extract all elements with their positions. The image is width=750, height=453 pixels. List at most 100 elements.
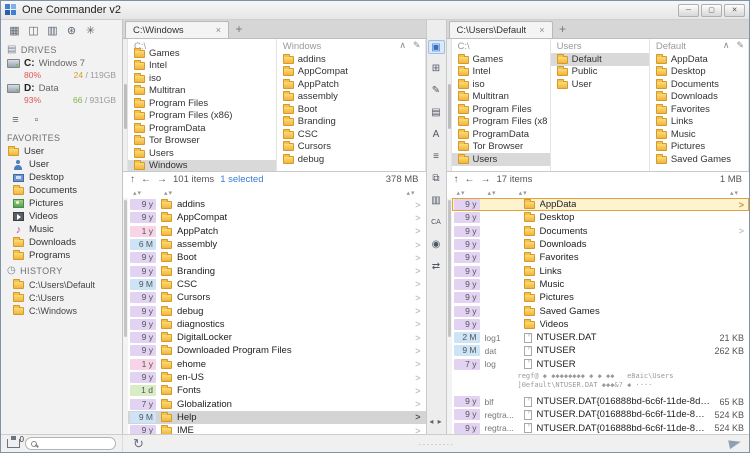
- sort-age-button[interactable]: ▴▾: [457, 189, 466, 197]
- sort-ext-button[interactable]: ▴▾: [488, 189, 497, 197]
- columns-scrollbar[interactable]: [123, 39, 128, 171]
- sort-age-button[interactable]: ▴▾: [133, 189, 142, 197]
- column-item[interactable]: Multitran: [128, 85, 276, 98]
- theme-icon[interactable]: ✳: [83, 24, 98, 39]
- column-item[interactable]: iso: [452, 78, 550, 91]
- forward-button[interactable]: →: [157, 174, 167, 185]
- send-plane-icon[interactable]: [728, 437, 742, 450]
- column-item[interactable]: Program Files: [128, 97, 276, 110]
- column-item[interactable]: Favorites: [650, 103, 748, 116]
- history-item[interactable]: C:\Users\Default: [1, 278, 122, 291]
- file-row[interactable]: 7 y Globalization >: [128, 397, 426, 410]
- column-item[interactable]: Intel: [452, 66, 550, 79]
- column-item[interactable]: Program Files (x86): [452, 116, 550, 129]
- collapse-columns-icon[interactable]: ∧: [723, 40, 730, 51]
- case-rename-icon[interactable]: CA: [428, 216, 445, 230]
- up-button[interactable]: ↑: [130, 174, 135, 185]
- favorite-item[interactable]: User: [1, 158, 122, 171]
- favorite-item[interactable]: Programs: [1, 249, 122, 262]
- file-row[interactable]: 9 y Cursors >: [128, 291, 426, 304]
- settings-gear-icon[interactable]: ⊛: [64, 24, 79, 39]
- collapse-columns-icon[interactable]: ∧: [399, 40, 406, 51]
- back-button[interactable]: ←: [141, 174, 151, 185]
- column-item[interactable]: Tor Browser: [452, 141, 550, 154]
- column-item[interactable]: AppData: [650, 53, 748, 66]
- column-item[interactable]: Pictures: [650, 141, 748, 154]
- column-item[interactable]: ProgramData: [128, 122, 276, 135]
- column-item[interactable]: Saved Games: [650, 153, 748, 166]
- favorite-item[interactable]: Downloads: [1, 236, 122, 249]
- tab-close-icon[interactable]: ×: [216, 25, 221, 35]
- file-row[interactable]: 9 y regtra... NTUSER.DAT{016888bd-6c6f-11d…: [452, 421, 750, 434]
- column-item[interactable]: Users: [451, 153, 550, 166]
- forward-button[interactable]: →: [481, 174, 491, 185]
- file-row[interactable]: 7 y log NTUSER: [452, 358, 750, 371]
- history-item[interactable]: C:\Users: [1, 291, 122, 304]
- file-row[interactable]: 9 y AppCompat >: [128, 211, 426, 224]
- file-row[interactable]: 9 y Videos: [452, 318, 750, 331]
- file-row[interactable]: 9 M dat NTUSER 262 KB: [452, 344, 750, 357]
- file-row[interactable]: 9 y DigitalLocker >: [128, 331, 426, 344]
- title-bar[interactable]: One Commander v2 ─ ▢ ✕: [1, 1, 749, 20]
- file-row[interactable]: 9 y Music: [452, 278, 750, 291]
- edit-path-icon[interactable]: ✎: [413, 40, 421, 51]
- column-item[interactable]: ProgramData: [452, 128, 550, 141]
- column-item[interactable]: User: [551, 78, 649, 91]
- file-row[interactable]: 9 y blf NTUSER.DAT{016888bd-6c6f-11de-8d1d…: [452, 395, 750, 408]
- columns-layout-icon[interactable]: ▥: [45, 24, 60, 39]
- column-item[interactable]: Users: [128, 147, 276, 160]
- file-row[interactable]: 9 y Downloads: [452, 238, 750, 251]
- preview-image-icon[interactable]: ▣: [427, 40, 445, 54]
- file-row[interactable]: 1 y ehome >: [128, 358, 426, 371]
- edit-path-icon[interactable]: ✎: [736, 40, 744, 51]
- column-item[interactable]: Program Files: [452, 103, 550, 116]
- close-button[interactable]: ✕: [724, 3, 745, 17]
- back-button[interactable]: ←: [465, 174, 475, 185]
- file-row[interactable]: 9 y Documents >: [452, 225, 750, 238]
- rename-icon[interactable]: ✎: [428, 84, 445, 98]
- add-favorite-icon[interactable]: ▫: [29, 113, 44, 128]
- file-row[interactable]: 2 M log1 NTUSER.DAT 21 KB: [452, 331, 750, 344]
- transfers-icon[interactable]: 0: [7, 435, 24, 448]
- file-row[interactable]: 9 y Desktop: [452, 211, 750, 224]
- favorite-item[interactable]: Documents: [1, 184, 122, 197]
- column-item[interactable]: Documents: [650, 78, 748, 91]
- favorites-root-user[interactable]: User: [1, 145, 122, 158]
- new-tab-button[interactable]: +: [555, 22, 571, 38]
- column-item[interactable]: Intel: [128, 60, 276, 73]
- sort-name-button[interactable]: ▴▾: [164, 189, 173, 197]
- drive-item-c[interactable]: C: Windows 7 80% 24 / 119GB: [1, 57, 122, 82]
- file-row[interactable]: 9 y addins >: [128, 198, 426, 211]
- attributes-icon[interactable]: A: [428, 128, 445, 142]
- split-panes-icon[interactable]: ◂ ▸: [427, 417, 446, 426]
- file-row[interactable]: 9 y Saved Games: [452, 304, 750, 317]
- column-item[interactable]: assembly: [277, 91, 425, 104]
- file-row[interactable]: 9 y debug >: [128, 304, 426, 317]
- minimize-button[interactable]: ─: [678, 3, 699, 17]
- column-item[interactable]: CSC: [277, 128, 425, 141]
- clipboard-icon[interactable]: ▥: [428, 194, 445, 208]
- preview-eye-icon[interactable]: ◉: [428, 238, 445, 252]
- dual-pane-layout-icon[interactable]: ◫: [26, 24, 41, 39]
- column-item[interactable]: AppCompat: [277, 66, 425, 79]
- column-item[interactable]: Boot: [277, 103, 425, 116]
- search-input[interactable]: [40, 438, 110, 449]
- favorite-item[interactable]: Videos: [1, 210, 122, 223]
- new-folder-icon[interactable]: ⊞: [428, 62, 445, 76]
- sort-size-button[interactable]: ▴▾: [406, 189, 415, 197]
- column-item[interactable]: Links: [650, 116, 748, 129]
- column-item[interactable]: Cursors: [277, 141, 425, 154]
- file-row[interactable]: 9 y diagnostics >: [128, 318, 426, 331]
- columns-scrollbar[interactable]: [446, 39, 452, 171]
- maximize-button[interactable]: ▢: [701, 3, 722, 17]
- column-item[interactable]: Multitran: [452, 91, 550, 104]
- sort-name-button[interactable]: ▴▾: [519, 189, 528, 197]
- file-row[interactable]: 9 y Boot >: [128, 251, 426, 264]
- search-box[interactable]: [25, 437, 116, 450]
- column-item[interactable]: Downloads: [650, 91, 748, 104]
- column-item[interactable]: Music: [650, 128, 748, 141]
- refresh-button[interactable]: ↻: [133, 437, 144, 450]
- column-item[interactable]: Default: [550, 53, 649, 66]
- drive-item-d[interactable]: D: Data 93% 66 / 931GB: [1, 82, 122, 107]
- file-row[interactable]: 9 M Help >: [128, 410, 426, 425]
